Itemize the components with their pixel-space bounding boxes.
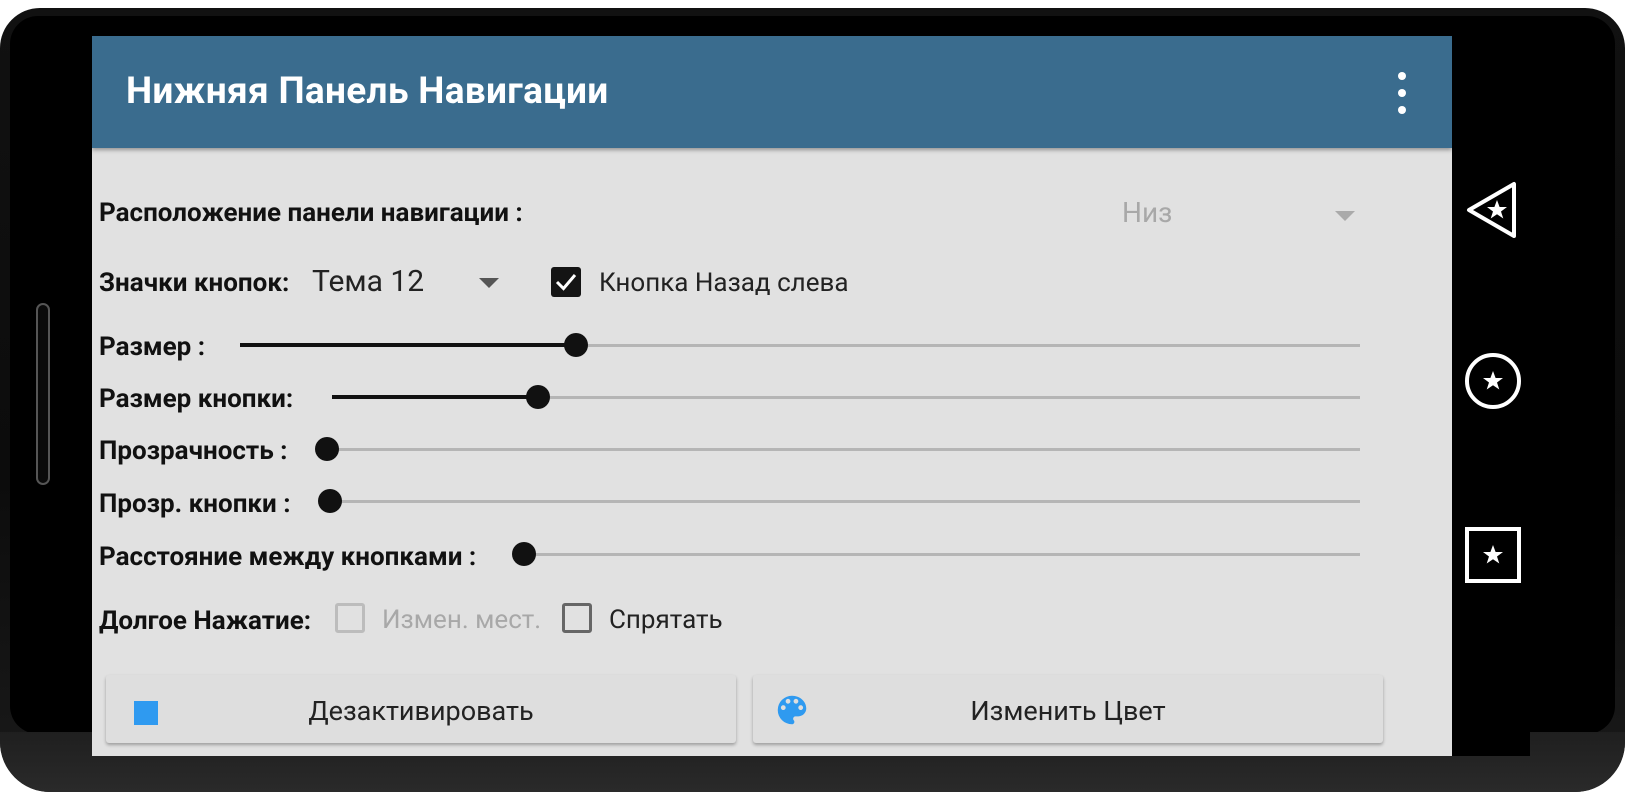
- back-star-triangle-icon[interactable]: [1464, 180, 1520, 238]
- long-press-label: Долгое Нажатие:: [99, 606, 312, 636]
- chevron-down-icon: [479, 278, 499, 288]
- button-transparency-label: Прозр. кнопки :: [99, 489, 291, 519]
- swap-label: Измен. мест.: [382, 605, 542, 635]
- button-transparency-slider[interactable]: [318, 489, 1360, 513]
- hide-label: Спрятать: [609, 605, 723, 635]
- swap-checkbox[interactable]: [335, 603, 365, 633]
- back-left-label: Кнопка Назад слева: [599, 268, 849, 298]
- size-slider[interactable]: [240, 333, 1360, 357]
- settings-content: Расположение панели навигации : Низ Знач…: [92, 148, 1452, 756]
- home-star-circle-icon[interactable]: [1464, 352, 1521, 409]
- back-left-checkbox[interactable]: [551, 267, 581, 297]
- device-side-button: [36, 303, 50, 485]
- transparency-slider[interactable]: [315, 437, 1360, 461]
- theme-dropdown[interactable]: Тема 12: [307, 258, 507, 308]
- position-label: Расположение панели навигации :: [99, 198, 523, 228]
- change-color-button[interactable]: Изменить Цвет: [753, 675, 1383, 743]
- position-dropdown[interactable]: Низ: [1102, 188, 1372, 238]
- button-spacing-label: Расстояние между кнопками :: [99, 542, 477, 572]
- overflow-menu-icon[interactable]: [1392, 72, 1412, 114]
- button-size-slider[interactable]: [332, 385, 1360, 409]
- app-bar: Нижняя Панель Навигации: [92, 36, 1452, 148]
- recents-star-square-icon[interactable]: [1464, 526, 1521, 583]
- navigation-bar: [1452, 36, 1530, 756]
- transparency-label: Прозрачность :: [99, 436, 288, 466]
- deactivate-button[interactable]: Дезактивировать: [106, 675, 736, 743]
- checkmark-icon: [555, 274, 577, 291]
- deactivate-button-label: Дезактивировать: [308, 695, 534, 727]
- hide-checkbox[interactable]: [562, 603, 592, 633]
- button-size-label: Размер кнопки:: [99, 384, 294, 414]
- button-icons-label: Значки кнопок:: [99, 268, 290, 298]
- chevron-down-icon: [1335, 211, 1355, 221]
- size-label: Размер :: [99, 332, 206, 362]
- theme-value: Тема 12: [312, 264, 425, 299]
- position-value: Низ: [1122, 196, 1173, 229]
- screen: Нижняя Панель Навигации Расположение пан…: [92, 36, 1530, 756]
- button-spacing-slider[interactable]: [512, 542, 1360, 566]
- app-title: Нижняя Панель Навигации: [126, 70, 609, 113]
- change-color-button-label: Изменить Цвет: [970, 695, 1166, 727]
